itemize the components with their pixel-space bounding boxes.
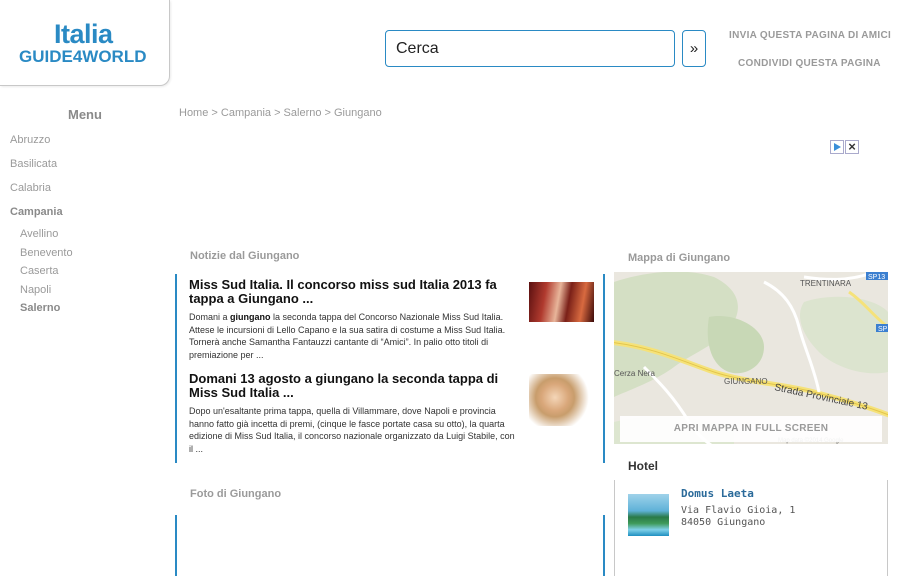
news-section-title: Notizie dal Giungano (190, 250, 300, 262)
map-label-cerza: Cerza Nera (614, 369, 655, 378)
menu-item-campania[interactable]: Campania (10, 206, 63, 218)
open-fullscreen-map-button[interactable]: APRI MAPPA IN FULL SCREEN (620, 416, 882, 442)
menu-item-caserta[interactable]: Caserta (20, 265, 59, 277)
map-label-sp: SP (878, 326, 888, 333)
search-button[interactable]: » (682, 30, 706, 67)
news-item-text: Dopo un'esaltante prima tappa, quella di… (189, 406, 515, 454)
news-item-text: Domani a giungano la seconda tappa del C… (189, 312, 506, 360)
hotel-address-line1: Via Flavio Gioia, 1 (681, 505, 796, 516)
menu-item-calabria[interactable]: Calabria (10, 182, 51, 194)
ad-controls: × (830, 140, 860, 155)
map-label-giungano: GIUNGANO (724, 377, 768, 386)
invite-friends-link[interactable]: INVIA QUESTA PAGINA DI AMICI (729, 30, 891, 41)
photo-gallery (175, 515, 605, 576)
news-item: Domani 13 agosto a giungano la seconda t… (189, 372, 521, 455)
news-thumbnail[interactable] (529, 282, 594, 322)
share-page-link[interactable]: CONDIVIDI QUESTA PAGINA (738, 58, 881, 69)
menu-item-napoli[interactable]: Napoli (20, 284, 51, 296)
menu-item-abruzzo[interactable]: Abruzzo (10, 134, 50, 146)
close-icon[interactable]: × (845, 140, 859, 154)
site-logo[interactable]: Italia GUIDE4WORLD (0, 0, 170, 86)
menu-item-benevento[interactable]: Benevento (20, 247, 73, 259)
hotel-name-link[interactable]: Domus Laeta (681, 487, 754, 500)
map-section-title: Mappa di Giungano (628, 252, 731, 264)
hotel-thumbnail[interactable] (628, 494, 669, 536)
photos-section-title: Foto di Giungano (190, 488, 282, 500)
news-item: Miss Sud Italia. Il concorso miss sud It… (189, 278, 521, 361)
hotel-address-line2: 84050 Giungano (681, 517, 766, 528)
menu-title: Menu (68, 107, 102, 122)
map-label-trentinara: TRENTINARA (800, 279, 852, 288)
news-item-title[interactable]: Domani 13 agosto a giungano la seconda t… (189, 372, 521, 400)
news-item-title[interactable]: Miss Sud Italia. Il concorso miss sud It… (189, 278, 521, 306)
menu-item-avellino[interactable]: Avellino (20, 228, 58, 240)
menu-item-salerno[interactable]: Salerno (20, 302, 60, 314)
map-label-sp13: SP13 (868, 274, 885, 281)
news-list: Miss Sud Italia. Il concorso miss sud It… (175, 274, 605, 463)
menu-item-basilicata[interactable]: Basilicata (10, 158, 57, 170)
hotel-section-title: Hotel (628, 459, 658, 473)
breadcrumb[interactable]: Home > Campania > Salerno > Giungano (179, 107, 382, 119)
logo-guide4world: GUIDE4WORLD (19, 47, 147, 66)
logo-italia: Italia (54, 19, 113, 49)
adchoices-icon[interactable] (830, 140, 844, 154)
news-thumbnail[interactable] (529, 374, 594, 426)
search-input[interactable]: Cerca (385, 30, 675, 67)
